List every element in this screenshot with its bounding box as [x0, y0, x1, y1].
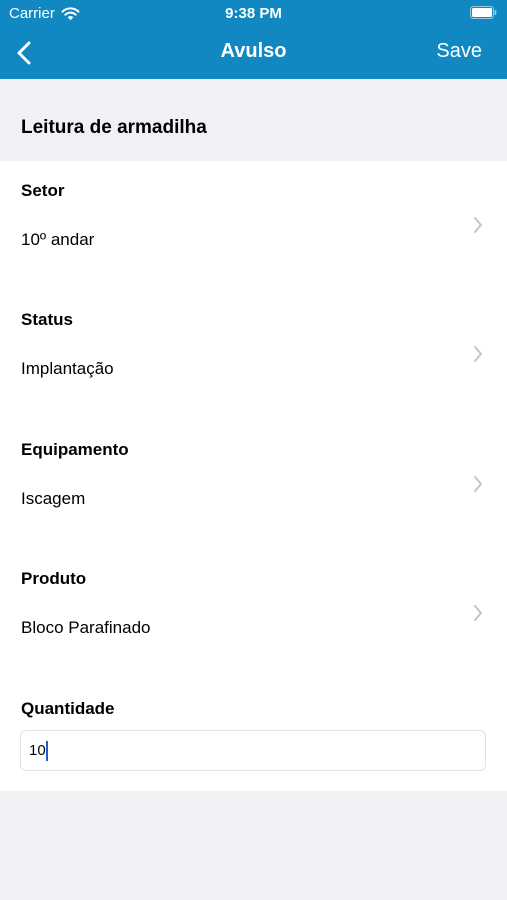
setor-value: 10º andar [21, 230, 95, 249]
produto-label: Produto [21, 569, 87, 588]
battery-icon [470, 6, 497, 19]
chevron-right-icon [474, 346, 482, 362]
section-header: Leitura de armadilha [0, 79, 507, 161]
trap-reading-form: Setor 10º andar Status Implantação Equip… [0, 161, 507, 791]
status-value: Implantação [21, 359, 114, 378]
text-cursor [46, 741, 48, 761]
chevron-right-icon [474, 217, 482, 233]
page-title: Avulso [220, 40, 287, 62]
equipamento-label: Equipamento [21, 440, 129, 459]
quantidade-label: Quantidade [21, 699, 115, 718]
setor-row[interactable]: Setor 10º andar [0, 161, 507, 290]
quantidade-input[interactable] [20, 730, 486, 771]
produto-value: Bloco Parafinado [21, 618, 151, 637]
save-button[interactable]: Save [436, 40, 482, 63]
status-label: Status [21, 310, 73, 329]
section-title: Leitura de armadilha [21, 117, 207, 138]
status-row[interactable]: Status Implantação [0, 290, 507, 419]
chevron-right-icon [474, 476, 482, 492]
equipamento-row[interactable]: Equipamento Iscagem [0, 420, 507, 549]
setor-label: Setor [21, 181, 65, 200]
navigation-bar: Avulso Save [0, 28, 507, 79]
chevron-right-icon [474, 605, 482, 621]
equipamento-value: Iscagem [21, 489, 86, 508]
status-time: 9:38 PM [225, 5, 282, 22]
top-bar: Carrier 9:38 PM Avulso Save [0, 0, 507, 79]
produto-row[interactable]: Produto Bloco Parafinado [0, 549, 507, 678]
status-bar: Carrier 9:38 PM [0, 0, 507, 28]
